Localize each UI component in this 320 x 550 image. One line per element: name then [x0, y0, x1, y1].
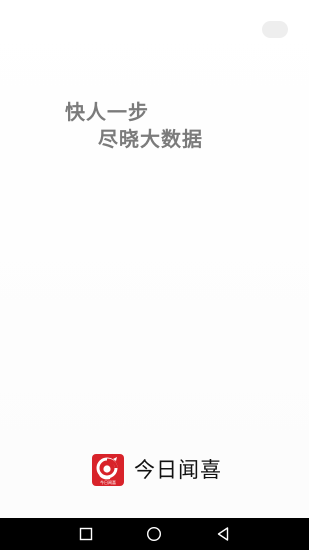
home-button[interactable] [144, 524, 164, 544]
brand-lockup: 今日闻喜 今日闻喜 [92, 454, 222, 486]
slogan-line-2: 尽晓大数据 [98, 127, 203, 151]
home-icon [146, 526, 162, 542]
back-icon [217, 527, 229, 541]
splash-screen: 快人一步 尽晓大数据 今日闻喜 今日闻喜 [0, 0, 309, 518]
app-logo: 今日闻喜 [92, 454, 124, 486]
recent-apps-button[interactable] [76, 524, 96, 544]
brand-name: 今日闻喜 [134, 458, 222, 482]
slogan-line-1: 快人一步 [65, 100, 149, 124]
logo-caption: 今日闻喜 [100, 480, 116, 485]
recent-apps-icon [79, 527, 93, 541]
back-button[interactable] [213, 524, 233, 544]
system-navigation-bar [0, 518, 309, 550]
skip-button[interactable] [262, 21, 288, 38]
